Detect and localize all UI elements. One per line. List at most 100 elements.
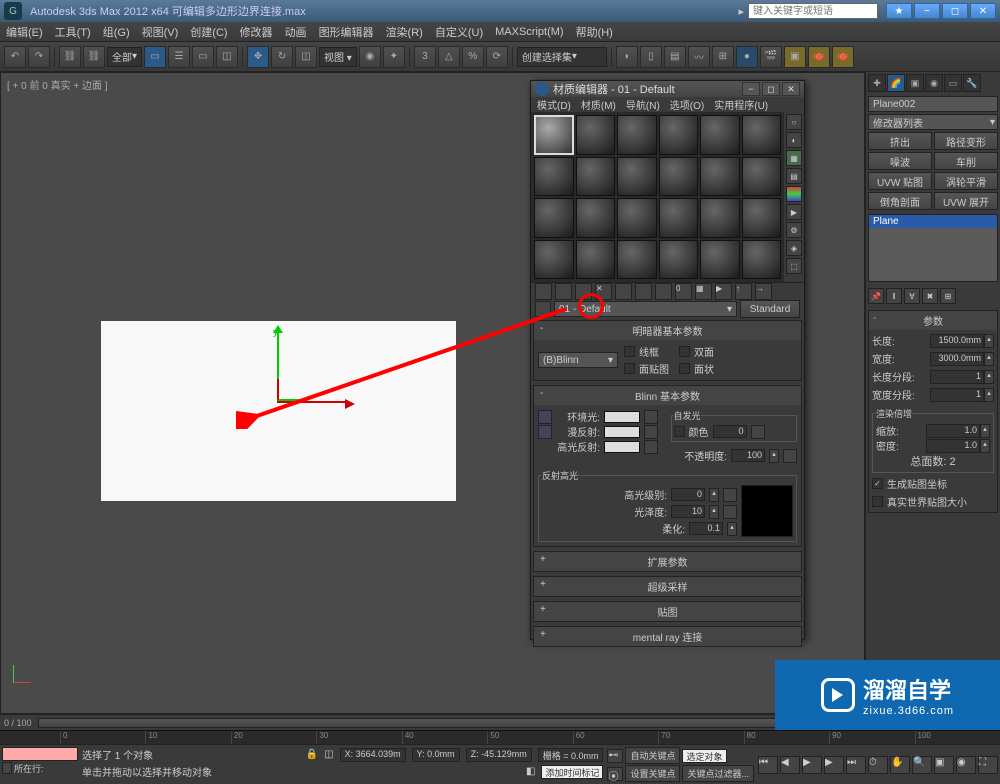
maximize-vp-icon[interactable]: ⛶ bbox=[978, 756, 998, 774]
sample-slot[interactable] bbox=[700, 115, 740, 155]
window-crossing-icon[interactable]: ◫ bbox=[216, 46, 238, 68]
2sided-checkbox[interactable] bbox=[679, 346, 690, 357]
mat-map-nav-icon[interactable]: ⬚ bbox=[786, 258, 802, 274]
mod-btn-extrude[interactable]: 挤出 bbox=[868, 132, 932, 150]
sample-slot[interactable] bbox=[742, 198, 782, 238]
material-name-field[interactable]: 01 - Default▾ bbox=[554, 301, 737, 317]
sample-slot[interactable] bbox=[576, 115, 616, 155]
sample-slot[interactable] bbox=[659, 157, 699, 197]
matid-icon[interactable]: 0 bbox=[675, 283, 692, 300]
menu-customize[interactable]: 自定义(U) bbox=[435, 24, 483, 40]
put-to-lib-icon[interactable] bbox=[655, 283, 672, 300]
menu-create[interactable]: 创建(C) bbox=[190, 24, 227, 40]
menu-rendering[interactable]: 渲染(R) bbox=[386, 24, 423, 40]
length-spinner[interactable]: 1500.0mm bbox=[930, 334, 984, 348]
mod-btn-lathe[interactable]: 车削 bbox=[934, 152, 998, 170]
pivot-icon[interactable]: ◉ bbox=[359, 46, 381, 68]
sample-slot[interactable] bbox=[700, 198, 740, 238]
ambient-map-button[interactable] bbox=[644, 410, 658, 424]
menu-group[interactable]: 组(G) bbox=[103, 24, 130, 40]
viewport-label[interactable]: [ + 0 前 0 真实 + 边面 ] bbox=[7, 77, 108, 92]
play-icon[interactable]: ▶ bbox=[802, 756, 822, 774]
backlight-icon[interactable]: ◐ bbox=[786, 132, 802, 148]
x-coord[interactable]: X: 3664.039m bbox=[340, 748, 406, 762]
shader-rollout-header[interactable]: 明暗器基本参数 bbox=[534, 321, 801, 340]
specular-map-button[interactable] bbox=[644, 440, 658, 454]
schematic-icon[interactable]: ⊞ bbox=[712, 46, 734, 68]
render-icon[interactable]: 🫖 bbox=[808, 46, 830, 68]
me-menu-utilities[interactable]: 实用程序(U) bbox=[714, 97, 768, 112]
get-material-icon[interactable] bbox=[535, 283, 552, 300]
sample-slot[interactable] bbox=[700, 157, 740, 197]
sample-slot[interactable] bbox=[617, 157, 657, 197]
spinner-snap-icon[interactable]: ⟳ bbox=[486, 46, 508, 68]
make-copy-icon[interactable] bbox=[615, 283, 632, 300]
go-sibling-icon[interactable]: → bbox=[755, 283, 772, 300]
mod-btn-noise[interactable]: 噪波 bbox=[868, 152, 932, 170]
curve-editor-icon[interactable]: 〰 bbox=[688, 46, 710, 68]
ambient-swatch[interactable] bbox=[604, 411, 640, 423]
next-frame-icon[interactable]: ▶ bbox=[824, 756, 844, 774]
ext-rollout-header[interactable]: 扩展参数 bbox=[534, 552, 801, 571]
opacity-map-button[interactable] bbox=[783, 449, 797, 463]
me-menu-mode[interactable]: 模式(D) bbox=[537, 97, 571, 112]
undo-icon[interactable]: ↶ bbox=[4, 46, 26, 68]
sample-uv-icon[interactable]: ▤ bbox=[786, 168, 802, 184]
opacity-spinner[interactable]: 100 bbox=[731, 449, 765, 462]
infocenter-arrow-icon[interactable]: ▸ bbox=[738, 5, 744, 18]
mirror-icon[interactable]: ◗ bbox=[616, 46, 638, 68]
menu-help[interactable]: 帮助(H) bbox=[576, 24, 613, 40]
rotate-icon[interactable]: ↻ bbox=[271, 46, 293, 68]
genmap-checkbox[interactable]: ✓ bbox=[872, 478, 883, 489]
sample-type-icon[interactable]: ○ bbox=[786, 114, 802, 130]
mr-rollout-header[interactable]: mental ray 连接 bbox=[534, 627, 801, 646]
select-region-icon[interactable]: ▭ bbox=[192, 46, 214, 68]
me-maximize-button[interactable]: ◻ bbox=[762, 82, 780, 96]
sample-slot[interactable] bbox=[617, 198, 657, 238]
menu-maxscript[interactable]: MAXScript(M) bbox=[495, 26, 563, 38]
named-selset[interactable]: 创建选择集 ▾ bbox=[517, 47, 607, 67]
sample-slot[interactable] bbox=[742, 157, 782, 197]
make-unique-icon[interactable] bbox=[635, 283, 652, 300]
scale-icon[interactable]: ◫ bbox=[295, 46, 317, 68]
z-coord[interactable]: Z: -45.129mm bbox=[466, 748, 532, 762]
specular-swatch[interactable] bbox=[604, 441, 640, 453]
scale-spinner[interactable]: 1.0 bbox=[926, 424, 980, 438]
mod-btn-pathdeform[interactable]: 路径变形 bbox=[934, 132, 998, 150]
mod-btn-uvwmap[interactable]: UVW 贴图 bbox=[868, 172, 932, 190]
time-ruler[interactable]: 0102030405060708090100 bbox=[0, 730, 1000, 744]
lseg-spinner[interactable]: 1 bbox=[930, 370, 984, 384]
link-icon[interactable]: ⛓ bbox=[59, 46, 81, 68]
diffuse-swatch[interactable] bbox=[604, 426, 640, 438]
menu-edit[interactable]: 编辑(E) bbox=[6, 24, 43, 40]
zoom-icon[interactable]: 🔍 bbox=[912, 756, 932, 774]
close-button[interactable]: ✕ bbox=[970, 3, 996, 19]
show-end-result-icon[interactable]: ▶ bbox=[715, 283, 732, 300]
motion-tab-icon[interactable]: ◉ bbox=[925, 74, 943, 92]
selfillum-color-checkbox[interactable] bbox=[674, 426, 685, 437]
ss-rollout-header[interactable]: 超级采样 bbox=[534, 577, 801, 596]
select-icon[interactable]: ▭ bbox=[144, 46, 166, 68]
render-frame-icon[interactable]: ▣ bbox=[784, 46, 806, 68]
keyfilter-selset[interactable]: 选定对象 bbox=[682, 749, 726, 763]
sample-slot[interactable] bbox=[617, 115, 657, 155]
autokey-button[interactable]: 自动关键点 bbox=[625, 747, 680, 764]
layers-icon[interactable]: ▤ bbox=[664, 46, 686, 68]
pan-icon[interactable]: ✋ bbox=[890, 756, 910, 774]
me-menu-options[interactable]: 选项(O) bbox=[670, 97, 704, 112]
blinn-rollout-header[interactable]: Blinn 基本参数 bbox=[534, 386, 801, 405]
rollout-params-header[interactable]: 参数 bbox=[869, 311, 997, 330]
orbit-icon[interactable]: ◉ bbox=[956, 756, 976, 774]
zoom-all-icon[interactable]: ▣ bbox=[934, 756, 954, 774]
make-unique-icon[interactable]: ∀ bbox=[904, 288, 920, 304]
selfillum-spinner[interactable]: 0 bbox=[713, 425, 747, 438]
menu-animation[interactable]: 动画 bbox=[285, 24, 307, 40]
unlink-icon[interactable]: ⛓ bbox=[83, 46, 105, 68]
diffuse-map-button[interactable] bbox=[644, 425, 658, 439]
sample-slot[interactable] bbox=[617, 240, 657, 280]
plane-object[interactable] bbox=[101, 321, 456, 501]
maps-rollout-header[interactable]: 贴图 bbox=[534, 602, 801, 621]
modifier-stack[interactable]: Plane bbox=[868, 214, 998, 282]
render-setup-icon[interactable]: 🎬 bbox=[760, 46, 782, 68]
speclevel-spinner[interactable]: 0 bbox=[671, 488, 705, 501]
